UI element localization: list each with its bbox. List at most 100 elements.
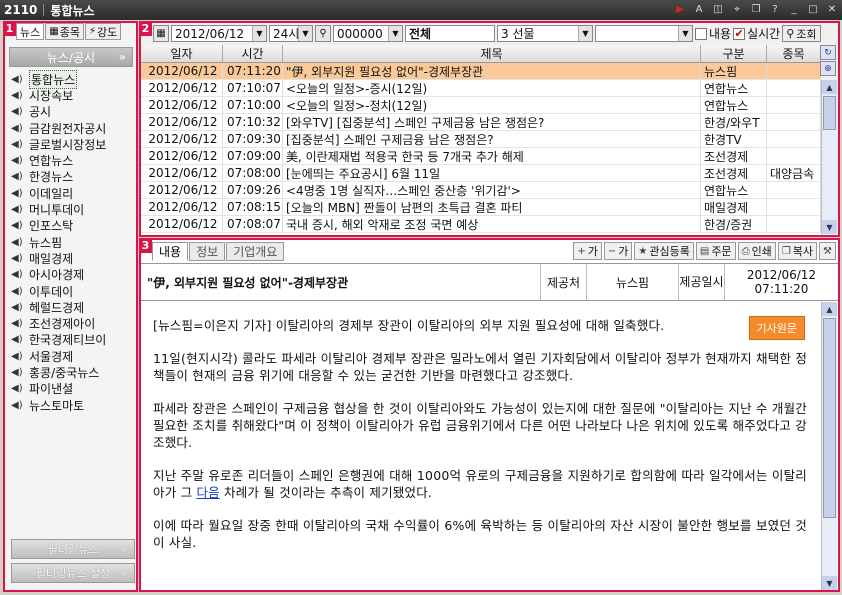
news-source-item[interactable]: ◀) 글로벌시장정보 (11, 136, 135, 152)
news-source-item[interactable]: ◀) 조선경제아이 (11, 315, 135, 331)
news-source-item[interactable]: ◀) 이투데이 (11, 283, 135, 299)
column-source[interactable]: 구분 (701, 45, 767, 62)
search-icon[interactable]: ⚲ (315, 25, 331, 42)
news-row[interactable]: 2012/06/12 07:10:00 <오늘의 일정>-정치(12일) 연합뉴스 (141, 97, 821, 114)
scroll-down-icon[interactable]: ▼ (822, 576, 837, 590)
news-source-item[interactable]: ◀) 홍콩/중국뉴스 (11, 364, 135, 380)
order-button[interactable]: ▤ 주문 (695, 242, 736, 260)
document-icon: ▤ (699, 245, 710, 257)
news-disclosure-header[interactable]: 뉴스/공시 » (9, 47, 133, 67)
news-row[interactable]: 2012/06/12 07:10:32 [와우TV] [집중분석] 스페인 구제금융… (141, 114, 821, 131)
category-select[interactable]: 3 선물 ▼ (497, 25, 593, 42)
period-select[interactable]: 24시 ▼ (269, 25, 313, 42)
tab-news[interactable]: 뉴스 (16, 23, 45, 40)
content-check[interactable] (695, 27, 707, 40)
news-source-item[interactable]: ◀) 한경뉴스 (11, 169, 135, 185)
link-icon[interactable]: ◫ (710, 2, 726, 17)
column-stock[interactable]: 종목 (767, 45, 821, 62)
scroll-up-icon[interactable]: ▲ (822, 302, 837, 316)
news-cell-source: 뉴스핌 (701, 63, 767, 79)
news-source-item[interactable]: ◀) 금감원전자공시 (11, 120, 135, 136)
font-increase-button[interactable]: + 가 (573, 242, 602, 260)
stock-code-input[interactable]: 000000 ▼ (333, 25, 403, 42)
filter-settings-button[interactable]: 필터링뉴스 설정 » (11, 563, 135, 583)
list-scrollbar[interactable]: ▲ ▼ (821, 80, 837, 234)
keyword-select[interactable]: ▼ (595, 25, 693, 42)
query-button[interactable]: ⚲ 조회 (782, 25, 821, 42)
column-time[interactable]: 시간 (223, 45, 283, 62)
print-button[interactable]: ⎙ 인쇄 (737, 242, 776, 260)
news-row[interactable]: 2012/06/12 07:09:30 [집중분석] 스페인 구제금융 남은 쟁점은… (141, 131, 821, 148)
news-source-item[interactable]: ◀) 아시아경제 (11, 267, 135, 283)
chevron-down-icon[interactable]: ▼ (678, 26, 692, 41)
pin-icon[interactable]: ⌖ (729, 2, 745, 17)
news-source-item[interactable]: ◀) 매일경제 (11, 250, 135, 266)
tab-content[interactable]: 내용 (152, 242, 189, 261)
calendar-icon[interactable]: ▦ (153, 25, 169, 42)
maximize-icon[interactable]: □ (805, 2, 821, 17)
tools-button[interactable]: ⚒ (819, 242, 836, 260)
news-source-item[interactable]: ◀) 뉴스토마토 (11, 397, 135, 413)
news-source-item[interactable]: ◀) 연합뉴스 (11, 152, 135, 168)
close-icon[interactable]: ✕ (824, 2, 840, 17)
news-row[interactable]: 2012/06/12 07:08:15 [오늘의 MBN] 짠돌이 남편의 초특급 … (141, 199, 821, 216)
font-icon[interactable]: A (691, 2, 707, 17)
help-icon[interactable]: ? (767, 2, 783, 17)
news-source-item[interactable]: ◀) 인포스탁 (11, 218, 135, 234)
chevron-down-icon[interactable]: ▼ (388, 26, 402, 41)
scroll-thumb[interactable] (823, 96, 836, 130)
scroll-up-icon[interactable]: ▲ (822, 80, 837, 94)
filter-news-button[interactable]: 필터링뉴스 » (11, 539, 135, 559)
news-cell-date: 2012/06/12 (141, 182, 223, 198)
news-row[interactable]: 2012/06/12 07:11:20 "伊, 외부지원 필요성 없어"-경제부장관… (141, 63, 821, 80)
stock-code-value: 000000 (337, 26, 383, 41)
news-source-item[interactable]: ◀) 시장속보 (11, 87, 135, 103)
news-source-item[interactable]: ◀) 뉴스핌 (11, 234, 135, 250)
chevron-down-icon[interactable]: ▼ (298, 26, 312, 41)
news-row[interactable]: 2012/06/12 07:10:07 <오늘의 일정>-증시(12일) 연합뉴스 (141, 80, 821, 97)
realtime-checkbox[interactable]: ✔ 실시간 (733, 25, 780, 42)
news-row[interactable]: 2012/06/12 07:08:07 국내 증시, 해외 악재로 조정 국면 예상… (141, 216, 821, 233)
restore-icon[interactable]: ❐ (748, 2, 764, 17)
scroll-thumb[interactable] (823, 318, 836, 518)
minimize-icon[interactable]: _ (786, 2, 802, 17)
font-decrease-button[interactable]: − 가 (603, 242, 633, 260)
chevron-down-icon[interactable]: ▼ (252, 26, 266, 41)
tab-company[interactable]: 기업개요 (226, 242, 285, 261)
news-source-item[interactable]: ◀) 머니투데이 (11, 201, 135, 217)
realtime-check[interactable]: ✔ (733, 27, 746, 40)
chevron-down-icon[interactable]: ▼ (578, 26, 592, 41)
news-cell-stock (767, 63, 821, 79)
tab-strength[interactable]: ⚡ 강도 (84, 23, 122, 40)
news-table: 일자 시간 제목 구분 종목 2012/06/12 07:11:20 "伊, 외부지… (141, 45, 821, 235)
play-icon[interactable]: ▶ (672, 2, 688, 17)
news-source-item[interactable]: ◀) 한국경제티브이 (11, 332, 135, 348)
news-cell-title: <오늘의 일정>-증시(12일) (283, 80, 701, 96)
date-select[interactable]: 2012/06/12 ▼ (171, 25, 267, 42)
news-source-item[interactable]: ◀) 통합뉴스 (11, 69, 135, 89)
copy-button[interactable]: ❐ 복사 (777, 242, 818, 260)
tab-info[interactable]: 정보 (189, 242, 226, 261)
plus-icon: + (577, 245, 586, 257)
tab-stock[interactable]: ▦ 종목 (45, 23, 84, 40)
watchlist-button[interactable]: ★ 관심등록 (634, 242, 694, 260)
article-scrollbar[interactable]: ▲ ▼ (821, 302, 837, 590)
content-checkbox[interactable]: 내용 (695, 25, 731, 42)
news-source-item[interactable]: ◀) 서울경제 (11, 348, 135, 364)
news-row[interactable]: 2012/06/12 07:09:26 <4명중 1명 실직자…스페인 중산층 '위… (141, 182, 821, 199)
column-title[interactable]: 제목 (283, 45, 701, 62)
speaker-icon: ◀) (11, 220, 23, 232)
news-source-item[interactable]: ◀) 헤럴드경제 (11, 299, 135, 315)
news-source-item[interactable]: ◀) 공시 (11, 104, 135, 120)
scroll-down-icon[interactable]: ▼ (822, 220, 837, 234)
news-source-item[interactable]: ◀) 이데일리 (11, 185, 135, 201)
column-date[interactable]: 일자 (141, 45, 223, 62)
market-field[interactable]: 전체 (405, 25, 495, 42)
news-source-item[interactable]: ◀) 파이낸셜 (11, 381, 135, 397)
next-link[interactable]: 다음 (196, 485, 219, 500)
refresh-icon[interactable]: ↻ (820, 45, 836, 60)
expand-icon[interactable]: ⊕ (820, 61, 836, 76)
news-row[interactable]: 2012/06/12 07:09:00 美, 이란제재법 적용국 한국 등 7개국 … (141, 148, 821, 165)
news-row[interactable]: 2012/06/12 07:08:00 [눈에띄는 주요공시] 6월 11일 조선경제… (141, 165, 821, 182)
original-article-button[interactable]: 기사원문 (748, 316, 805, 340)
